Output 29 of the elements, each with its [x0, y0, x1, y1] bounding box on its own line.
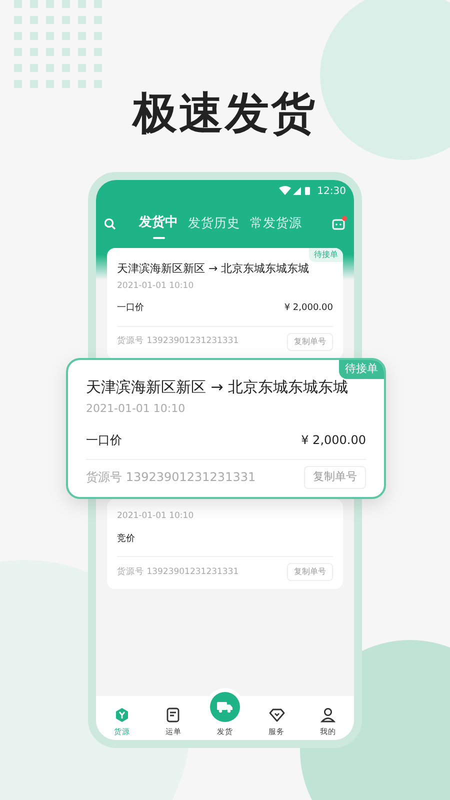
- copy-button[interactable]: 复制单号: [287, 332, 333, 351]
- order-date: 2021-01-01 10:10: [117, 280, 195, 292]
- route-text: 天津滨海新区新区 → 北京东城东城东城: [117, 261, 310, 277]
- copy-button[interactable]: 复制单号: [304, 466, 366, 488]
- status-tag: 待接单: [309, 248, 343, 262]
- route-text: 天津滨海新区新区 → 北京东城东城东城: [86, 377, 350, 398]
- source-number: 货源号 13923901231231331: [117, 335, 239, 348]
- price-type: 竞价: [117, 532, 135, 546]
- search-icon[interactable]: [104, 218, 116, 230]
- message-icon[interactable]: [332, 218, 346, 230]
- diamond-icon: [268, 706, 285, 723]
- document-icon: [165, 706, 182, 723]
- price-type: 一口价: [117, 302, 144, 316]
- order-date: 2021-01-01 10:10: [86, 400, 186, 416]
- hexagon-icon: [114, 706, 130, 723]
- tab[interactable]: 发货历史: [183, 207, 245, 241]
- price: ¥ 2,000.00: [301, 432, 366, 449]
- price-type: 一口价: [86, 432, 122, 449]
- source-number: 货源号 13923901231231331: [86, 469, 256, 486]
- price: ¥ 2,000.00: [284, 302, 333, 316]
- copy-button[interactable]: 复制单号: [287, 563, 333, 581]
- status-tag: 待接单: [339, 360, 384, 378]
- tab[interactable]: 常发货源: [245, 207, 307, 241]
- order-date: 2021-01-01 10:10: [117, 510, 195, 522]
- tab[interactable]: 发货中: [134, 207, 183, 241]
- source-number: 货源号 13923901231231331: [117, 566, 239, 578]
- status-time: 12:30: [317, 184, 346, 198]
- person-icon: [320, 706, 336, 723]
- headline: 极速发货: [133, 87, 317, 141]
